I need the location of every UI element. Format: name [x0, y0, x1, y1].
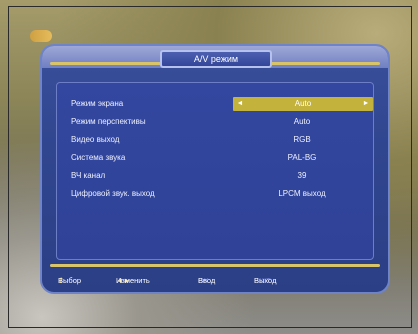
arrow-right-icon[interactable]: ► — [361, 97, 371, 111]
setting-row-video-output[interactable]: Видео выход RGB — [57, 133, 373, 148]
setting-value: LPCM выход — [278, 189, 326, 198]
setting-label: Режим экрана — [71, 99, 124, 108]
av-mode-panel: A/V режим Режим экрана ◄ Auto ► Режим пе… — [40, 44, 390, 294]
setting-value: Auto — [294, 99, 312, 108]
footer-accent-line — [50, 264, 380, 267]
setting-value: Auto — [293, 117, 311, 126]
setting-label: ВЧ канал — [71, 171, 106, 180]
setting-value: RGB — [293, 135, 311, 144]
setting-value-selector[interactable]: ◄ Auto ► — [233, 97, 373, 111]
setting-row-screen-mode[interactable]: Режим экрана ◄ Auto ► — [57, 97, 373, 112]
arrow-left-icon[interactable]: ◄ — [235, 97, 245, 111]
settings-list: Режим экрана ◄ Auto ► Режим перспективы … — [56, 82, 374, 260]
change-hint-label: Изменить — [116, 276, 150, 285]
setting-label: Цифровой звук. выход — [71, 189, 155, 198]
setting-row-aspect-mode[interactable]: Режим перспективы Auto — [57, 115, 373, 130]
setting-value: PAL-BG — [287, 153, 317, 162]
setting-value: 39 — [297, 171, 307, 180]
key-help-bar: ⇕ Выбор ◄► Изменить OK Ввод EXIT Выход — [58, 276, 378, 290]
setting-row-rf-channel[interactable]: ВЧ канал 39 — [57, 169, 373, 184]
panel-title: A/V режим — [160, 50, 272, 68]
setting-label: Режим перспективы — [71, 117, 146, 126]
setting-row-sound-system[interactable]: Система звука PAL-BG — [57, 151, 373, 166]
setting-label: Видео выход — [71, 135, 120, 144]
setting-label: Система звука — [71, 153, 126, 162]
setting-row-digital-audio-output[interactable]: Цифровой звук. выход LPCM выход — [57, 187, 373, 202]
select-hint-label: Выбор — [58, 276, 82, 285]
exit-hint-label: Выход — [254, 276, 277, 285]
channel-logo — [30, 30, 52, 42]
ok-hint-label: Ввод — [198, 276, 216, 285]
